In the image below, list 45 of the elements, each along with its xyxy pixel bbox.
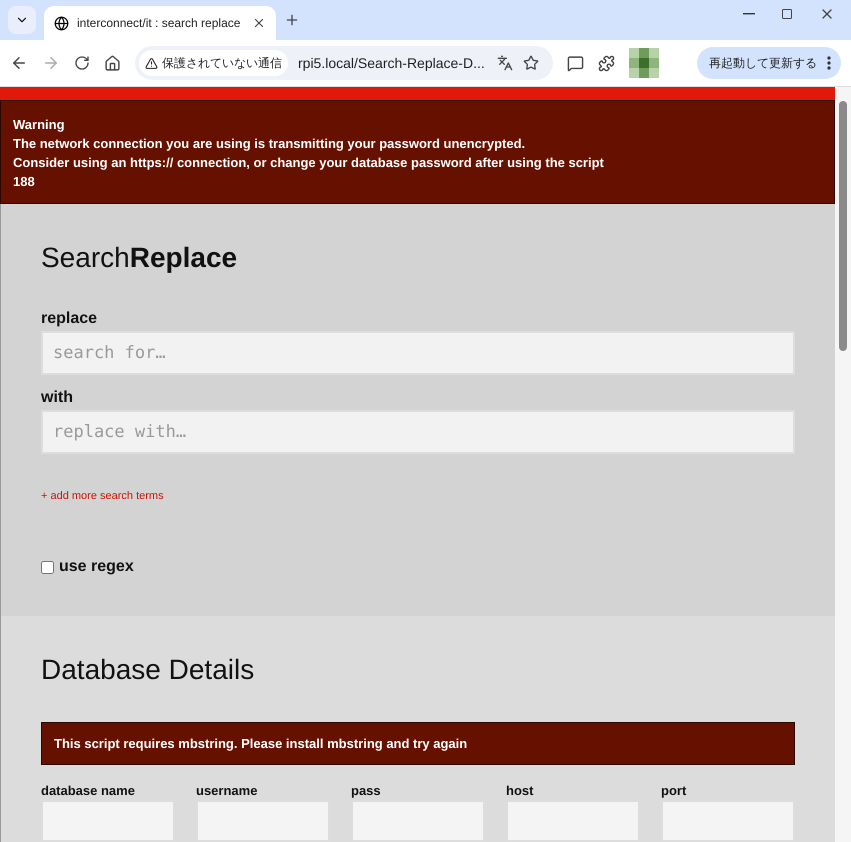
browser-tab[interactable]: interconnect/it : search replace (44, 6, 276, 40)
bookmark-button[interactable] (523, 55, 539, 71)
field-label: host (506, 783, 534, 798)
field-label: port (661, 783, 688, 798)
more-icon (827, 56, 831, 70)
extensions-button[interactable] (598, 54, 615, 72)
tab-title: interconnect/it : search replace (77, 16, 242, 30)
field-label: with (41, 389, 74, 407)
minimize-icon (743, 13, 755, 15)
warning-text: 188 (13, 173, 36, 191)
globe-icon (54, 16, 69, 30)
warning-text: The network connection you are using is transmitting your password unencrypted. (13, 135, 526, 153)
warning-icon (145, 56, 158, 70)
address-field[interactable]: rpi5.local/Search-Replace-D... (298, 55, 487, 71)
back-button[interactable] (10, 54, 28, 72)
input-field[interactable] (41, 800, 175, 842)
regex-checkbox[interactable] (41, 560, 54, 574)
field-label: pass (351, 783, 382, 798)
field-label: database name (41, 783, 136, 798)
field-label: replace (41, 310, 98, 328)
profile-avatar[interactable] (629, 48, 659, 78)
checkbox-label: use regex (59, 558, 134, 576)
scrollbar-thumb[interactable] (839, 101, 847, 351)
input-field[interactable] (196, 800, 330, 842)
field-label: username (196, 783, 258, 798)
close-tab-button[interactable] (252, 16, 266, 30)
new-tab-button[interactable] (284, 12, 300, 28)
update-button[interactable]: 再起動して更新する (697, 47, 841, 79)
section-title: Database Details (41, 654, 256, 686)
input-field[interactable] (661, 800, 795, 842)
input-field[interactable] (506, 800, 640, 842)
translate-button[interactable] (497, 55, 513, 71)
home-button[interactable] (104, 54, 121, 72)
warning-text: Consider using an https:// connection, or change your database password after using the script (13, 154, 605, 172)
chat-extension-button[interactable] (567, 54, 584, 72)
input-field[interactable]: search for… (41, 331, 795, 375)
warning-text: Warning (13, 116, 66, 134)
input-field[interactable]: replace with… (41, 410, 795, 454)
error-message: This script requires mbstring. Please install mbstring and try again (41, 722, 795, 765)
page-title: SearchReplace (41, 242, 238, 274)
reload-button[interactable] (74, 55, 90, 71)
add-terms-link[interactable]: + add more search terms (41, 490, 795, 502)
security-chip[interactable]: 保護されていない通信 (139, 50, 288, 76)
input-field[interactable] (351, 800, 485, 842)
maximize-button[interactable] (781, 6, 793, 22)
